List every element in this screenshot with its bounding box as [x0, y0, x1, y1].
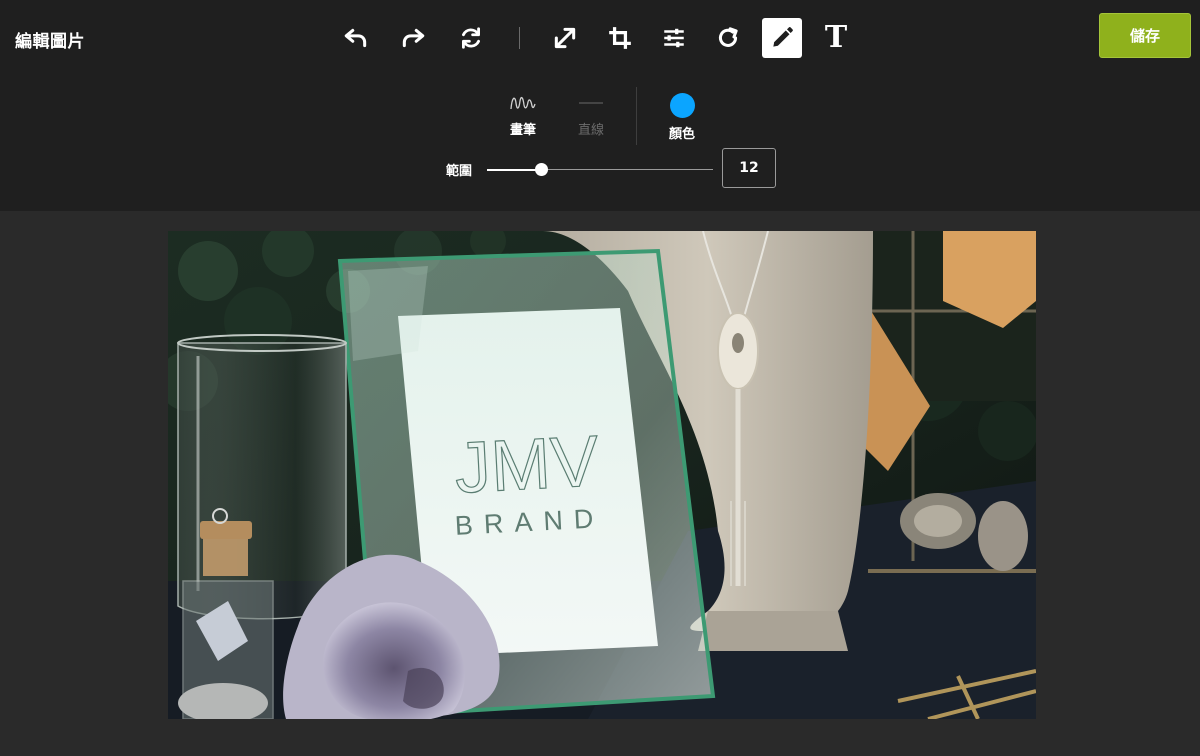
range-slider-thumb[interactable] — [535, 163, 548, 176]
range-slider[interactable] — [487, 163, 713, 176]
sign-card: JMV BRAND — [452, 421, 605, 541]
text-tool-button[interactable]: T — [816, 18, 856, 58]
adjust-button[interactable] — [654, 18, 694, 58]
undo-icon — [344, 28, 367, 48]
color-swatch[interactable] — [669, 93, 695, 118]
brush-option[interactable]: 畫筆 — [493, 93, 553, 138]
range-label: 範圍 — [446, 164, 473, 179]
crop-button[interactable] — [600, 18, 640, 58]
crop-icon — [609, 27, 631, 49]
resize-icon — [554, 27, 576, 49]
line-icon — [579, 102, 603, 104]
line-label: 直線 — [577, 123, 604, 138]
brush-label: 畫筆 — [509, 123, 536, 138]
rotate-icon — [718, 27, 738, 47]
toolbar-divider — [519, 27, 520, 49]
undo-button[interactable] — [336, 18, 376, 58]
text-icon: T — [824, 20, 848, 55]
range-value-input[interactable]: 12 — [722, 148, 776, 188]
redo-button[interactable] — [393, 18, 433, 58]
draw-icon — [773, 27, 793, 47]
page-title: 編輯圖片 — [15, 32, 85, 52]
options-divider — [636, 87, 637, 145]
adjust-icon — [664, 28, 684, 48]
reset-icon — [462, 27, 480, 49]
range-slider-fill — [487, 168, 541, 171]
save-button[interactable]: 儲存 — [1099, 13, 1191, 58]
photo: JMV BRAND — [168, 231, 1036, 719]
color-option[interactable]: 顏色 — [652, 93, 712, 142]
editor-header: 編輯圖片 T 儲存 畫筆 直線 顏色 範圍 12 — [0, 0, 1200, 211]
color-label: 顏色 — [668, 127, 695, 142]
line-option[interactable]: 直線 — [561, 93, 621, 138]
rotate-button[interactable] — [708, 18, 748, 58]
reset-button[interactable] — [451, 18, 491, 58]
sign-logo: JMV — [453, 421, 601, 508]
redo-icon — [402, 28, 425, 48]
brush-wave-icon — [510, 96, 536, 110]
resize-button[interactable] — [545, 18, 585, 58]
image-canvas[interactable]: JMV BRAND — [168, 231, 1036, 719]
draw-button[interactable] — [762, 18, 802, 58]
